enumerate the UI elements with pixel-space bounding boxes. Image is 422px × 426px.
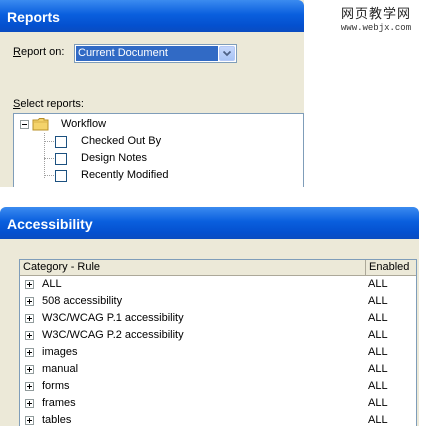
rules-grid: Category - Rule Enabled ALL ALL 508 acce… — [19, 259, 417, 426]
enabled-value[interactable]: ALL — [368, 310, 388, 327]
tree-item-design-notes[interactable]: Design Notes — [81, 150, 147, 166]
table-row[interactable]: manual ALL — [20, 361, 416, 378]
chevron-down-icon[interactable] — [219, 46, 235, 61]
tree-folder-workflow[interactable]: Workflow — [61, 116, 106, 132]
expand-icon[interactable] — [25, 382, 34, 391]
rule-label: forms — [42, 380, 70, 392]
watermark: 网页教学网 www.webjx.com — [330, 6, 422, 34]
enabled-value[interactable]: ALL — [368, 276, 388, 293]
reports-window: Reports Report on: Current Document Sele… — [0, 0, 304, 187]
rule-label: 508 accessibility — [42, 295, 123, 307]
rule-label: W3C/WCAG P.2 accessibility — [42, 329, 184, 341]
tree-connector — [44, 158, 54, 159]
enabled-value[interactable]: ALL — [368, 395, 388, 412]
reports-title: Reports — [0, 0, 304, 32]
accessibility-title: Accessibility — [0, 207, 419, 239]
table-row[interactable]: tables ALL — [20, 412, 416, 426]
enabled-value[interactable]: ALL — [368, 412, 388, 426]
rule-label: ALL — [42, 278, 62, 290]
report-on-select[interactable]: Current Document — [74, 44, 237, 63]
rule-label: tables — [42, 414, 72, 426]
tree-connector — [44, 141, 54, 142]
expand-icon[interactable] — [25, 297, 34, 306]
table-row[interactable]: 508 accessibility ALL — [20, 293, 416, 310]
enabled-value[interactable]: ALL — [368, 293, 388, 310]
enabled-value[interactable]: ALL — [368, 361, 388, 378]
table-row[interactable]: W3C/WCAG P.1 accessibility ALL — [20, 310, 416, 327]
table-row[interactable]: forms ALL — [20, 378, 416, 395]
column-header-enabled[interactable]: Enabled — [366, 260, 416, 275]
collapse-icon[interactable] — [20, 120, 29, 129]
rule-label: manual — [42, 363, 79, 375]
checkbox-design-notes[interactable] — [55, 153, 67, 165]
table-row[interactable]: frames ALL — [20, 395, 416, 412]
checkbox-recently-modified[interactable] — [55, 170, 67, 182]
table-row[interactable]: W3C/WCAG P.2 accessibility ALL — [20, 327, 416, 344]
column-header-category-rule[interactable]: Category - Rule — [20, 260, 366, 275]
enabled-value[interactable]: ALL — [368, 344, 388, 361]
enabled-value[interactable]: ALL — [368, 378, 388, 395]
expand-icon[interactable] — [25, 331, 34, 340]
checkbox-checked-out-by[interactable] — [55, 136, 67, 148]
grid-header: Category - Rule Enabled — [20, 260, 416, 276]
expand-icon[interactable] — [25, 399, 34, 408]
reports-tree: Workflow Checked Out By Design Notes Rec… — [13, 113, 304, 187]
report-on-label: Report on: — [13, 46, 65, 58]
enabled-value[interactable]: ALL — [368, 327, 388, 344]
expand-icon[interactable] — [25, 314, 34, 323]
table-row[interactable]: ALL ALL — [20, 276, 416, 293]
report-on-value: Current Document — [76, 46, 218, 61]
accessibility-window: Accessibility Category - Rule Enabled AL… — [0, 207, 419, 426]
folder-icon — [32, 117, 50, 134]
select-reports-label: Select reports: — [13, 98, 84, 110]
expand-icon[interactable] — [25, 365, 34, 374]
rule-label: frames — [42, 397, 76, 409]
rule-label: W3C/WCAG P.1 accessibility — [42, 312, 184, 324]
watermark-title: 网页教学网 — [340, 6, 411, 21]
tree-item-checked-out-by[interactable]: Checked Out By — [81, 133, 161, 149]
tree-connector — [44, 133, 45, 178]
table-row[interactable]: images ALL — [20, 344, 416, 361]
expand-icon[interactable] — [25, 280, 34, 289]
rule-label: images — [42, 346, 78, 358]
tree-connector — [44, 175, 54, 176]
expand-icon[interactable] — [25, 348, 34, 357]
tree-item-recently-modified[interactable]: Recently Modified — [81, 167, 168, 183]
watermark-url: www.webjx.com — [340, 23, 412, 33]
expand-icon[interactable] — [25, 416, 34, 425]
